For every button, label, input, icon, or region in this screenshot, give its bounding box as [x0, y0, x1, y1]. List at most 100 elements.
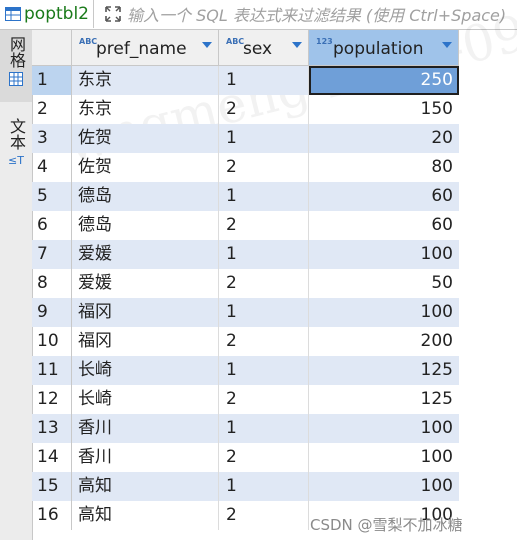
table-row[interactable]: 13 香川 1 100 — [32, 414, 459, 443]
pref-name-cell[interactable]: 德岛 — [72, 211, 219, 240]
row-number-cell[interactable]: 3 — [32, 124, 72, 153]
filter-expand-icon[interactable] — [104, 5, 122, 23]
pref-name-cell[interactable]: 长崎 — [72, 385, 219, 414]
population-cell[interactable]: 100 — [309, 414, 459, 443]
table-row[interactable]: 3 佐贺 1 20 — [32, 124, 459, 153]
column-name: pref_name — [96, 39, 187, 59]
text-type-icon: ABC — [226, 37, 245, 46]
population-cell[interactable]: 100 — [309, 298, 459, 327]
grid-view-label: 网格 — [7, 36, 26, 68]
pref-name-cell[interactable]: 香川 — [72, 443, 219, 472]
row-number-cell[interactable]: 5 — [32, 182, 72, 211]
pref-name-cell[interactable]: 佐贺 — [72, 153, 219, 182]
row-number-cell[interactable]: 2 — [32, 95, 72, 124]
sort-arrow-icon[interactable] — [292, 42, 302, 48]
table-row[interactable]: 4 佐贺 2 80 — [32, 153, 459, 182]
population-cell[interactable]: 60 — [309, 182, 459, 211]
row-number-cell[interactable]: 14 — [32, 443, 72, 472]
table-row[interactable]: 15 高知 1 100 — [32, 472, 459, 501]
population-cell[interactable]: 200 — [309, 327, 459, 356]
sex-cell[interactable]: 1 — [219, 182, 309, 211]
pref-name-cell[interactable]: 高知 — [72, 472, 219, 501]
table-row[interactable]: 14 香川 2 100 — [32, 443, 459, 472]
sex-cell[interactable]: 2 — [219, 443, 309, 472]
population-cell[interactable]: 100 — [309, 472, 459, 501]
sex-cell[interactable]: 1 — [219, 472, 309, 501]
pref-name-cell[interactable]: 长崎 — [72, 356, 219, 385]
sex-cell[interactable]: 1 — [219, 414, 309, 443]
table-row[interactable]: 7 爱媛 1 100 — [32, 240, 459, 269]
row-number-cell[interactable]: 13 — [32, 414, 72, 443]
tab-label: poptbl2 — [24, 4, 89, 24]
population-cell[interactable]: 125 — [309, 356, 459, 385]
row-number-cell[interactable]: 4 — [32, 153, 72, 182]
pref-name-cell[interactable]: 爱媛 — [72, 240, 219, 269]
column-header-sex[interactable]: ABC sex — [219, 30, 309, 66]
population-cell[interactable]: 50 — [309, 269, 459, 298]
row-number-cell[interactable]: 11 — [32, 356, 72, 385]
pref-name-cell[interactable]: 德岛 — [72, 182, 219, 211]
row-number-cell[interactable]: 7 — [32, 240, 72, 269]
table-row[interactable]: 9 福冈 1 100 — [32, 298, 459, 327]
sort-arrow-icon[interactable] — [442, 42, 452, 48]
view-switcher: 网格 文本 ≤T — [0, 30, 33, 540]
text-icon: ≤T — [8, 154, 24, 167]
population-cell[interactable]: 125 — [309, 385, 459, 414]
row-number-cell[interactable]: 8 — [32, 269, 72, 298]
sex-cell[interactable]: 2 — [219, 269, 309, 298]
column-name: population — [333, 39, 424, 59]
text-view-label: 文本 — [7, 118, 26, 150]
row-number-header[interactable] — [32, 30, 72, 66]
sex-cell[interactable]: 2 — [219, 153, 309, 182]
table-row[interactable]: 11 长崎 1 125 — [32, 356, 459, 385]
row-number-cell[interactable]: 16 — [32, 501, 72, 530]
population-cell[interactable]: 100 — [309, 240, 459, 269]
row-number-cell[interactable]: 10 — [32, 327, 72, 356]
population-cell[interactable]: 20 — [309, 124, 459, 153]
table-row[interactable]: 5 德岛 1 60 — [32, 182, 459, 211]
table-tab[interactable]: poptbl2 — [0, 0, 94, 28]
sex-cell[interactable]: 1 — [219, 66, 309, 95]
pref-name-cell[interactable]: 东京 — [72, 95, 219, 124]
table-row[interactable]: 2 东京 2 150 — [32, 95, 459, 124]
grid-view-button[interactable]: 网格 — [0, 30, 32, 102]
table-row[interactable]: 12 长崎 2 125 — [32, 385, 459, 414]
sort-arrow-icon[interactable] — [202, 42, 212, 48]
pref-name-cell[interactable]: 福冈 — [72, 298, 219, 327]
pref-name-cell[interactable]: 佐贺 — [72, 124, 219, 153]
row-number-cell[interactable]: 6 — [32, 211, 72, 240]
sex-cell[interactable]: 2 — [219, 327, 309, 356]
table-icon — [5, 7, 21, 21]
text-type-icon: ABC — [79, 37, 98, 46]
sex-cell[interactable]: 2 — [219, 385, 309, 414]
watermark-text: CSDN @雪梨不加冰糖 — [310, 516, 463, 534]
table-row[interactable]: 1 东京 1 250 — [32, 66, 459, 95]
sex-cell[interactable]: 2 — [219, 95, 309, 124]
column-header-pref-name[interactable]: ABC pref_name — [72, 30, 219, 66]
sex-cell[interactable]: 2 — [219, 211, 309, 240]
pref-name-cell[interactable]: 爱媛 — [72, 269, 219, 298]
table-row[interactable]: 8 爱媛 2 50 — [32, 269, 459, 298]
population-cell[interactable]: 80 — [309, 153, 459, 182]
table-row[interactable]: 6 德岛 2 60 — [32, 211, 459, 240]
row-number-cell[interactable]: 15 — [32, 472, 72, 501]
pref-name-cell[interactable]: 东京 — [72, 66, 219, 95]
row-number-cell[interactable]: 9 — [32, 298, 72, 327]
sex-cell[interactable]: 1 — [219, 124, 309, 153]
population-cell[interactable]: 150 — [309, 95, 459, 124]
pref-name-cell[interactable]: 福冈 — [72, 327, 219, 356]
population-cell[interactable]: 100 — [309, 443, 459, 472]
pref-name-cell[interactable]: 高知 — [72, 501, 219, 530]
pref-name-cell[interactable]: 香川 — [72, 414, 219, 443]
text-view-button[interactable]: 文本 ≤T — [0, 112, 32, 182]
population-cell[interactable]: 250 — [309, 66, 459, 95]
table-row[interactable]: 10 福冈 2 200 — [32, 327, 459, 356]
row-number-cell[interactable]: 1 — [32, 66, 72, 95]
sex-cell[interactable]: 2 — [219, 501, 309, 530]
column-header-population[interactable]: 123 population — [309, 30, 459, 66]
sex-cell[interactable]: 1 — [219, 356, 309, 385]
sex-cell[interactable]: 1 — [219, 240, 309, 269]
sex-cell[interactable]: 1 — [219, 298, 309, 327]
row-number-cell[interactable]: 12 — [32, 385, 72, 414]
population-cell[interactable]: 60 — [309, 211, 459, 240]
